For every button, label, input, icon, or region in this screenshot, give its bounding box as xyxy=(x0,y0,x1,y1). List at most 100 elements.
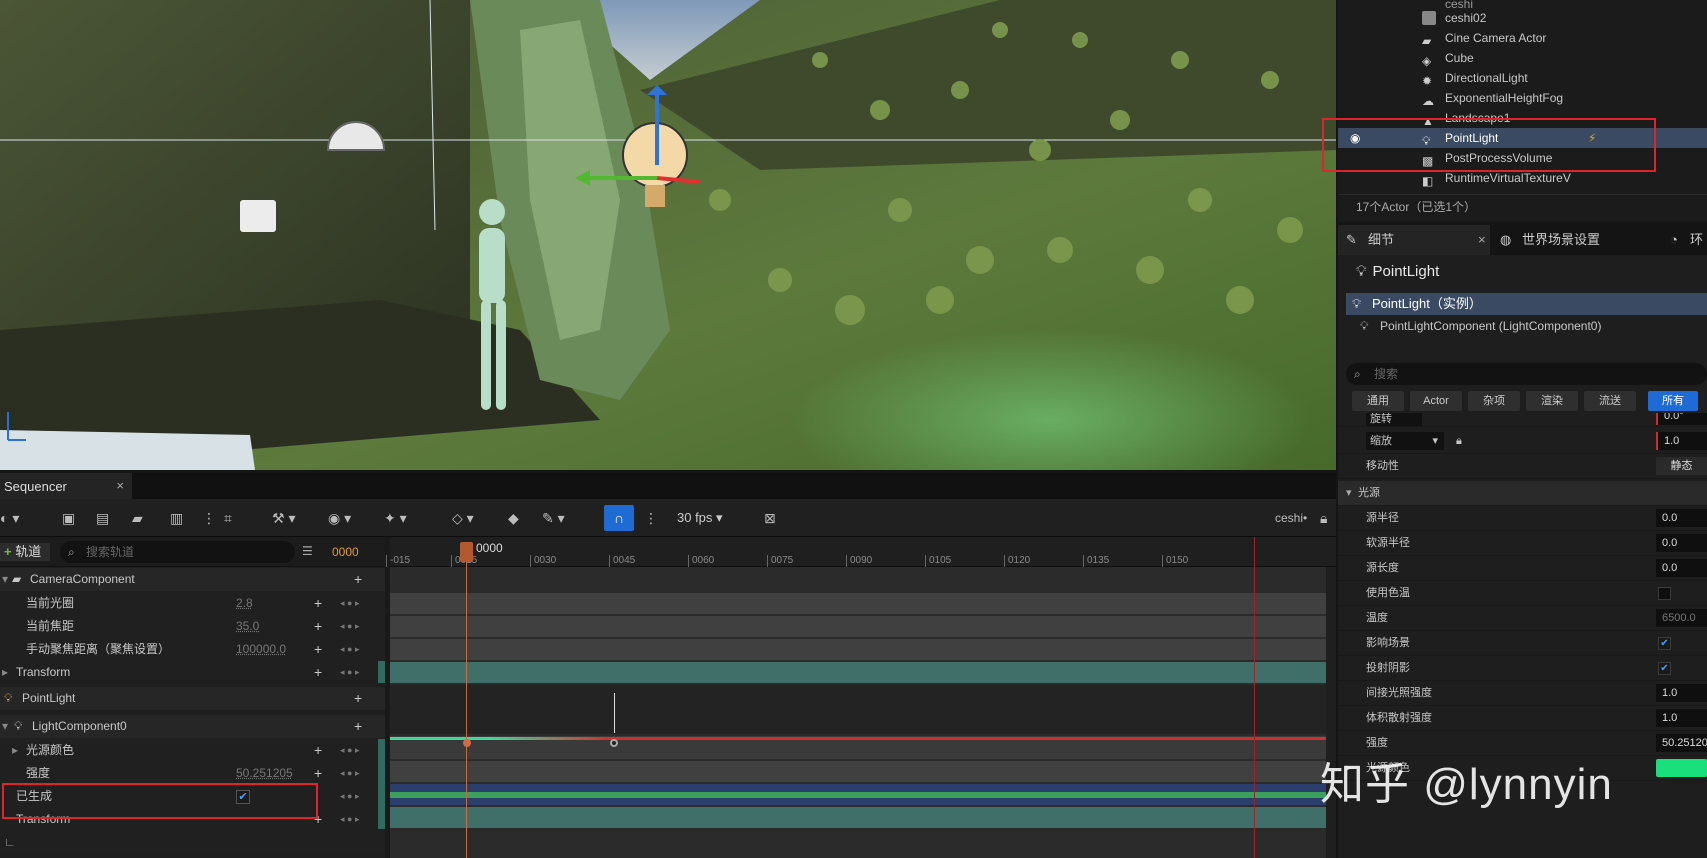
track-row[interactable]: ▾ 💡︎ LightComponent0 + xyxy=(0,715,385,738)
add-key-icon[interactable]: + xyxy=(314,739,322,762)
timeline-area[interactable]: -015001500300045006000750090010501200135… xyxy=(390,537,1336,858)
track-row[interactable]: 手动聚焦距离（聚焦设置） 100000.0 + ◂ ● ▸ xyxy=(0,638,385,661)
pen-icon[interactable]: ✎ ▾ xyxy=(542,507,565,529)
lock-icon[interactable]: 🔒︎ xyxy=(1456,429,1462,454)
time-ruler[interactable]: -015001500300045006000750090010501200135… xyxy=(390,537,1336,567)
property-row[interactable]: 间接光照强度 1.0 xyxy=(1338,681,1707,706)
save-icon[interactable]: ▣ xyxy=(62,507,75,529)
property-value[interactable]: 0.0 xyxy=(1656,509,1707,527)
fps-dropdown[interactable]: 30 fps ▾ xyxy=(677,507,723,529)
expand-icon[interactable]: ▾ xyxy=(2,715,8,738)
track-row[interactable]: 强度 50.251205 + ◂ ● ▸ xyxy=(0,762,385,785)
filter-misc[interactable]: 杂项 xyxy=(1468,391,1520,411)
property-value[interactable]: 6500.0 xyxy=(1656,609,1707,627)
property-row-rotate[interactable]: 旋转 0.0° xyxy=(1338,413,1707,427)
gizmo-icon[interactable]: ✦ ▾ xyxy=(384,507,407,529)
color-swatch[interactable] xyxy=(1656,759,1707,777)
playhead-handle[interactable] xyxy=(460,542,473,562)
lock-icon[interactable]: 🔒︎ xyxy=(1320,507,1327,529)
timeline-lane[interactable] xyxy=(390,736,1326,760)
mobility-static-button[interactable]: 静态 xyxy=(1656,457,1707,475)
key-nav-icon[interactable]: ◂ ● ▸ xyxy=(340,762,359,785)
timeline-scrollbar[interactable] xyxy=(1326,567,1336,858)
property-value[interactable]: 50.25120 xyxy=(1656,734,1707,752)
outliner-row[interactable]: ◈ Cube xyxy=(1338,48,1707,68)
add-key-icon[interactable]: + xyxy=(314,638,322,661)
keyframe[interactable] xyxy=(610,739,618,747)
property-checkbox[interactable]: ✔ xyxy=(1658,637,1671,650)
filter-icon[interactable]: ☰ xyxy=(302,544,313,558)
property-row[interactable]: 投射阴影 ✔ xyxy=(1338,656,1707,681)
key-nav-icon[interactable]: ◂ ● ▸ xyxy=(340,592,359,615)
wrench-icon[interactable]: ⚒ ▾ xyxy=(272,507,295,529)
filter-actor[interactable]: Actor xyxy=(1410,391,1462,411)
property-row-mobility[interactable]: 移动性 静态 xyxy=(1338,454,1707,479)
track-row[interactable]: 当前光圈 2.8 + ◂ ● ▸ xyxy=(0,592,385,615)
timeline-lane[interactable] xyxy=(390,593,1326,615)
timeline-lane[interactable] xyxy=(390,639,1326,661)
key-nav-icon[interactable]: ◂ ● ▸ xyxy=(340,661,359,684)
property-checkbox[interactable]: ✔ xyxy=(1658,662,1671,675)
property-value[interactable]: 1.0 xyxy=(1656,684,1707,702)
track-row[interactable]: 当前焦距 35.0 + ◂ ● ▸ xyxy=(0,615,385,638)
rotate-value[interactable]: 0.0° xyxy=(1656,413,1707,425)
property-value[interactable]: 1.0 xyxy=(1656,709,1707,727)
filter-all[interactable]: 所有 xyxy=(1648,391,1698,411)
close-icon[interactable]: × xyxy=(116,478,124,493)
outliner-row[interactable]: ceshi02 xyxy=(1338,8,1707,28)
timeline-lane[interactable] xyxy=(390,685,1326,735)
track-search-input[interactable]: ⌕ 搜索轨道 xyxy=(60,541,295,563)
property-checkbox[interactable] xyxy=(1658,587,1671,600)
expand-icon[interactable]: ▾ xyxy=(2,568,8,591)
outliner-row[interactable]: ▰ Cine Camera Actor xyxy=(1338,28,1707,48)
filter-general[interactable]: 通用 xyxy=(1352,391,1404,411)
property-row[interactable]: 影响场景 ✔ xyxy=(1338,631,1707,656)
add-key-icon[interactable]: + xyxy=(314,661,322,684)
track-row[interactable]: ∟ xyxy=(0,831,385,854)
filter-streaming[interactable]: 流送 xyxy=(1584,391,1636,411)
add-key-icon[interactable]: + xyxy=(314,592,322,615)
add-icon[interactable]: + xyxy=(354,715,362,738)
level-viewport[interactable] xyxy=(0,0,1336,470)
current-frame[interactable]: 0000 xyxy=(332,545,359,559)
key-nav-icon[interactable]: ◂ ● ▸ xyxy=(340,638,359,661)
keyframe[interactable] xyxy=(463,739,471,747)
property-row[interactable]: 软源半径 0.0 xyxy=(1338,531,1707,556)
track-value[interactable]: 2.8 xyxy=(236,592,253,615)
property-row[interactable]: 源长度 0.0 xyxy=(1338,556,1707,581)
details-search-input[interactable]: ⌕ 搜索 xyxy=(1346,363,1707,385)
property-value[interactable]: 0.0 xyxy=(1656,534,1707,552)
key-nav-icon[interactable]: ◂ ● ▸ xyxy=(340,615,359,638)
scale-dropdown[interactable]: 缩放 ▾ xyxy=(1366,432,1444,450)
close-icon[interactable]: × xyxy=(1478,225,1486,255)
track-row[interactable]: ▸ Transform + ◂ ● ▸ xyxy=(0,661,385,684)
browse-icon[interactable]: ▤ xyxy=(96,507,109,529)
component-instance-row[interactable]: 💡︎ PointLight（实例） xyxy=(1346,293,1707,315)
timeline-lane[interactable] xyxy=(390,761,1326,783)
scale-value[interactable]: 1.0 xyxy=(1656,432,1707,450)
component-row[interactable]: 💡︎ PointLightComponent (LightComponent0) xyxy=(1380,319,1601,333)
outliner-row[interactable]: ✹ DirectionalLight xyxy=(1338,68,1707,88)
key-nav-icon[interactable]: ◂ ● ▸ xyxy=(340,785,359,808)
key-diamond-icon[interactable]: ◇ ▾ xyxy=(452,507,474,529)
track-row[interactable]: ▾ ▰ CameraComponent + xyxy=(0,568,385,591)
track-value[interactable]: 100000.0 xyxy=(236,638,286,661)
camera-icon[interactable]: ▰ xyxy=(132,507,143,529)
property-row[interactable]: 温度 6500.0 xyxy=(1338,606,1707,631)
timeline-lane[interactable] xyxy=(390,807,1326,829)
timeline-lane[interactable] xyxy=(390,784,1326,806)
rotate-dropdown[interactable]: 旋转 xyxy=(1366,413,1422,427)
section-header-light[interactable]: ▾ 光源 xyxy=(1338,481,1707,506)
curve-editor-icon[interactable]: ⊠ xyxy=(764,507,776,529)
tab-sequencer[interactable]: Sequencer × xyxy=(0,473,132,499)
snap-options-icon[interactable]: ⋮ xyxy=(644,507,658,529)
more-icon[interactable]: ⋮ xyxy=(202,507,216,529)
property-value[interactable]: 0.0 xyxy=(1656,559,1707,577)
snap-magnet-icon[interactable]: ∩ xyxy=(604,505,634,531)
property-row[interactable]: 体积散射强度 1.0 xyxy=(1338,706,1707,731)
track-value[interactable]: 35.0 xyxy=(236,615,259,638)
add-icon[interactable]: + xyxy=(354,687,362,710)
timeline-lane[interactable] xyxy=(390,662,1326,684)
key-filled-icon[interactable]: ◆ xyxy=(508,507,519,529)
expand-icon[interactable]: ▸ xyxy=(12,739,18,762)
